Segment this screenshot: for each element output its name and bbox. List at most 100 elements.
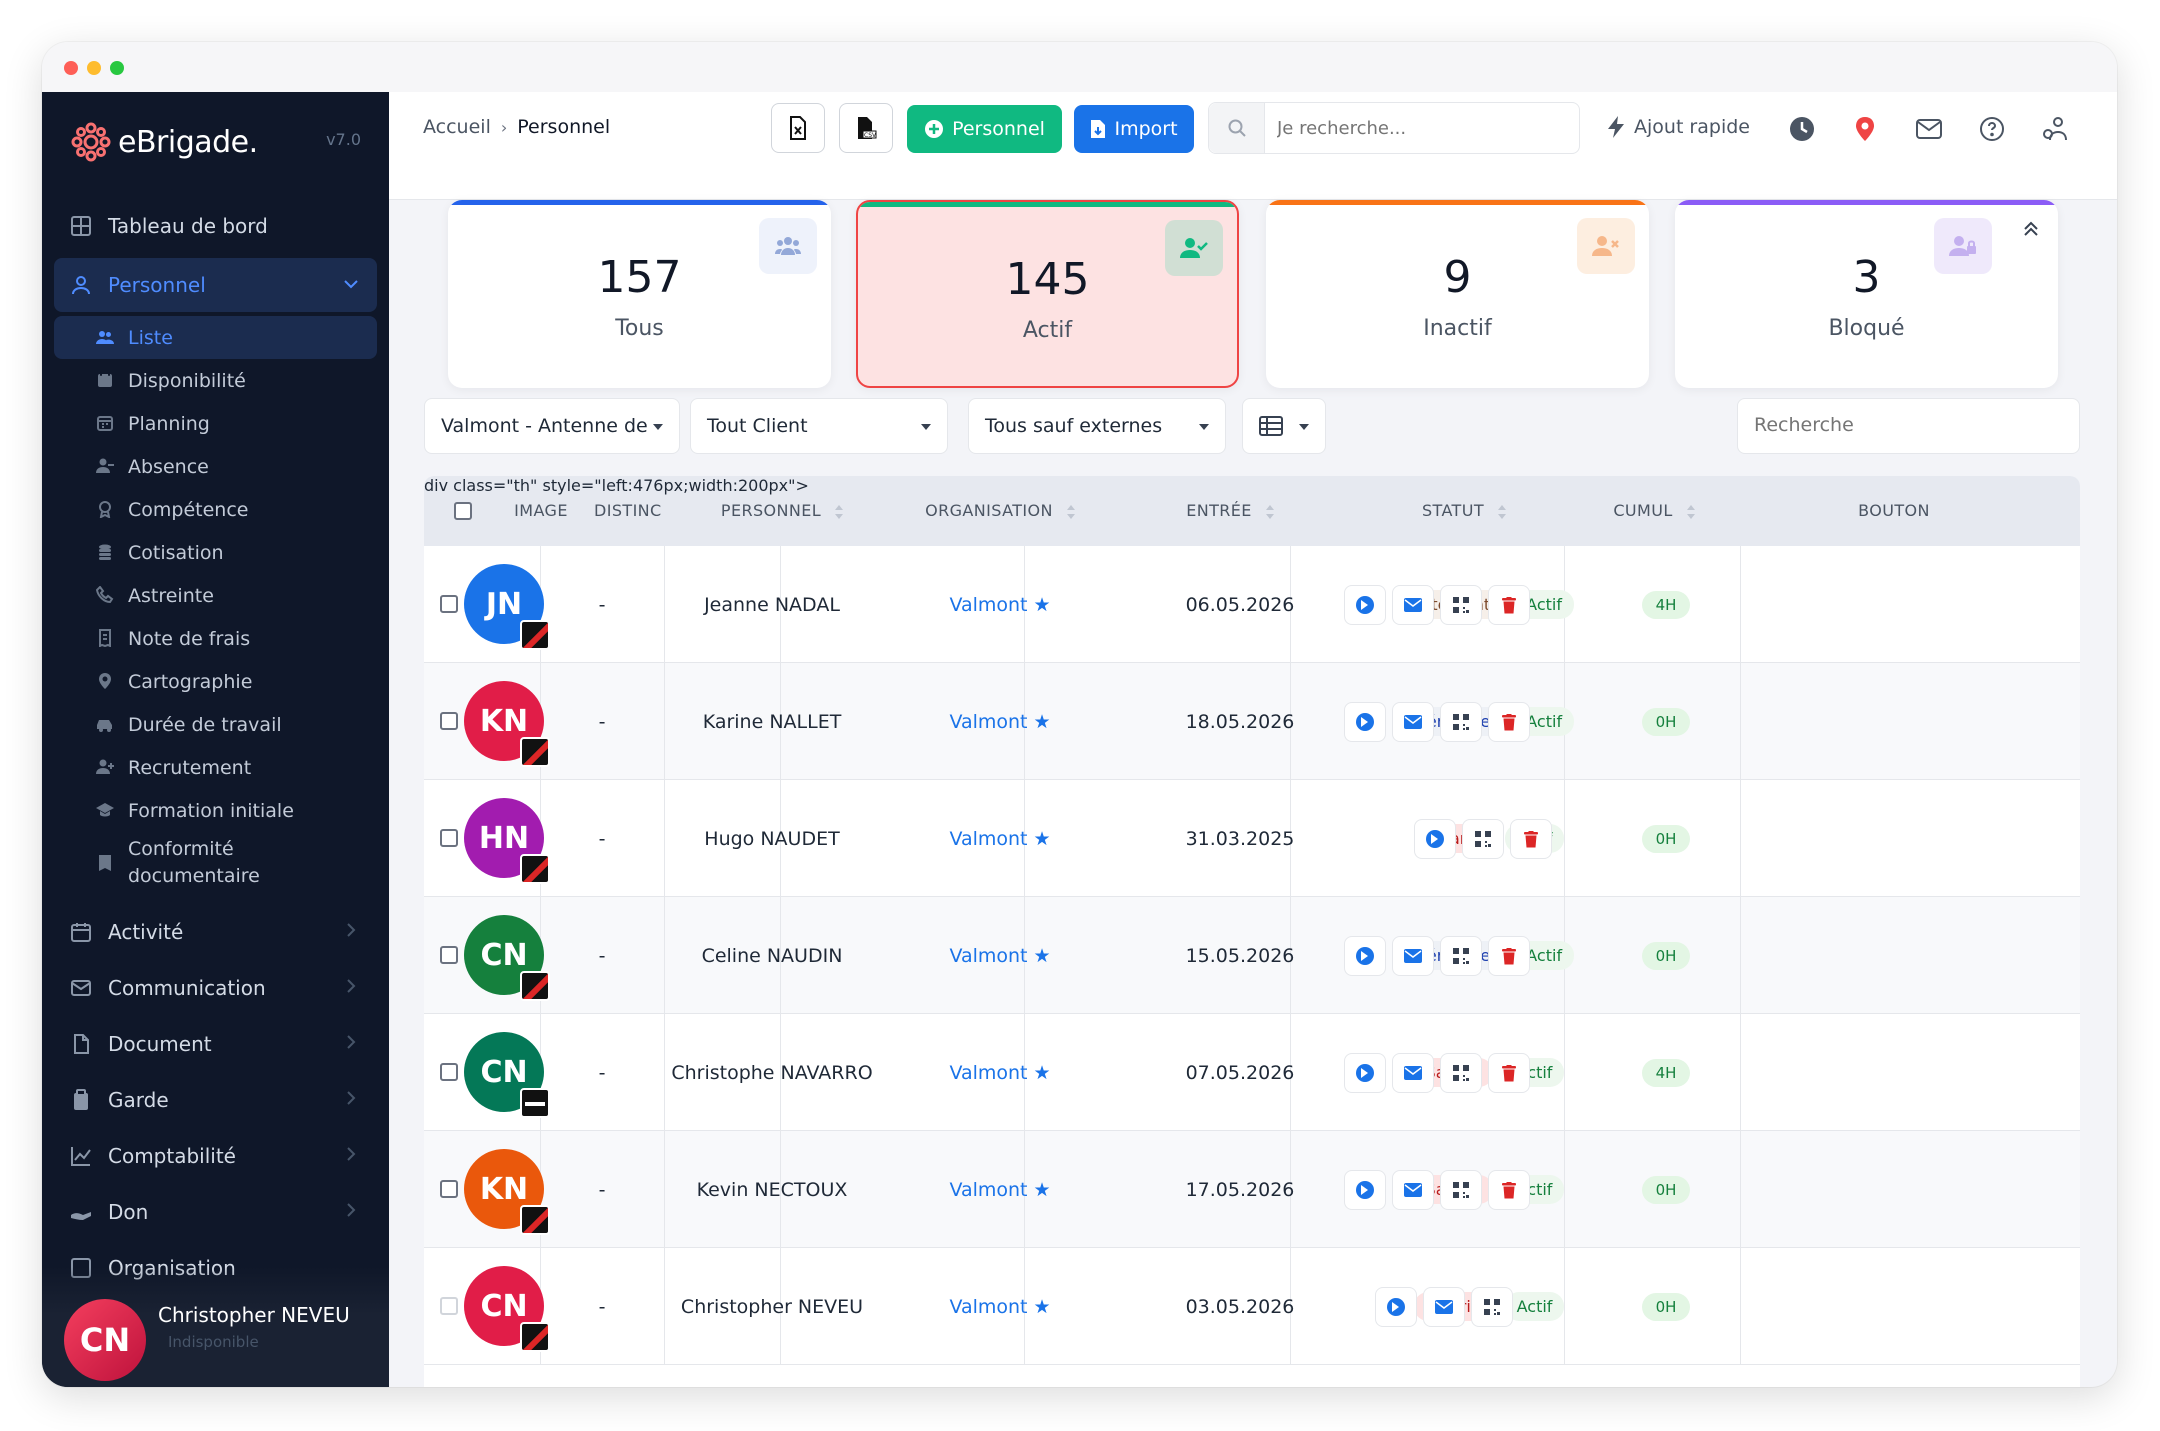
delete-button[interactable] <box>1488 585 1530 625</box>
sidebar-subitem-formation-initiale[interactable]: Formation initiale <box>42 789 389 832</box>
sidebar-item-personnel[interactable]: Personnel <box>54 258 377 312</box>
row-checkbox[interactable] <box>440 712 458 730</box>
sidebar-item-tableau-de-bord[interactable]: Tableau de bord <box>42 198 389 254</box>
organisation-link[interactable]: Valmont ★ <box>880 780 1120 897</box>
qrcode-button[interactable] <box>1440 585 1482 625</box>
sidebar-subitem-duree-de-travail[interactable]: Durée de travail <box>42 703 389 746</box>
client-filter-select[interactable]: Tout Client <box>690 398 948 454</box>
sidebar-item-activite[interactable]: Activité <box>42 904 389 960</box>
sidebar-subitem-planning[interactable]: Planning <box>42 402 389 445</box>
avatar[interactable]: CN <box>464 915 550 1001</box>
sidebar-subitem-recrutement[interactable]: Recrutement <box>42 746 389 789</box>
open-profile-button[interactable] <box>1344 936 1386 976</box>
delete-button[interactable] <box>1488 936 1530 976</box>
organisation-link[interactable]: Valmont ★ <box>880 546 1120 663</box>
sidebar-subitem-astreinte[interactable]: Astreinte <box>42 574 389 617</box>
qrcode-button[interactable] <box>1440 936 1482 976</box>
qrcode-button[interactable] <box>1440 1170 1482 1210</box>
table-row[interactable]: CN-Christopher NEVEUValmont★03.05.2026Sa… <box>424 1248 2080 1365</box>
stat-card-bloque[interactable]: 3 Bloqué <box>1675 200 2058 388</box>
personnel-name[interactable]: Christopher NEVEU <box>664 1248 880 1365</box>
send-mail-button[interactable] <box>1392 936 1434 976</box>
send-mail-button[interactable] <box>1392 1053 1434 1093</box>
personnel-name[interactable]: Christophe NAVARRO <box>664 1014 880 1131</box>
sidebar-subitem-liste[interactable]: Liste <box>54 316 377 359</box>
table-row[interactable]: JN-Jeanne NADALValmont★06.05.2026Alterna… <box>424 546 2080 663</box>
sidebar-subitem-competence[interactable]: Compétence <box>42 488 389 531</box>
current-user[interactable]: CN Christopher NEVEU Indisponible <box>42 1267 389 1387</box>
delete-button[interactable] <box>1488 702 1530 742</box>
sidebar-item-garde[interactable]: Garde <box>42 1072 389 1128</box>
qrcode-button[interactable] <box>1440 1053 1482 1093</box>
organisation-link[interactable]: Valmont ★ <box>880 1248 1120 1365</box>
row-checkbox[interactable] <box>440 1180 458 1198</box>
organisation-link[interactable]: Valmont ★ <box>880 1131 1120 1248</box>
column-header-cumul[interactable]: CUMUL <box>1564 476 1744 546</box>
delete-button[interactable] <box>1488 1053 1530 1093</box>
global-search[interactable] <box>1208 102 1580 154</box>
avatar[interactable]: KN <box>464 1149 550 1235</box>
qrcode-button[interactable] <box>1471 1287 1513 1327</box>
open-profile-button[interactable] <box>1375 1287 1417 1327</box>
personnel-name[interactable]: Karine NALLET <box>664 663 880 780</box>
open-profile-button[interactable] <box>1344 1170 1386 1210</box>
global-search-input[interactable] <box>1277 115 1567 141</box>
table-search-input[interactable] <box>1754 414 2054 436</box>
column-header-statut[interactable]: STATUT <box>1364 476 1564 546</box>
send-mail-button[interactable] <box>1392 702 1434 742</box>
open-profile-button[interactable] <box>1414 819 1456 859</box>
personnel-name[interactable]: Kevin NECTOUX <box>664 1131 880 1248</box>
open-profile-button[interactable] <box>1344 585 1386 625</box>
personnel-name[interactable]: Celine NAUDIN <box>664 897 880 1014</box>
columns-toggle-button[interactable] <box>1242 398 1326 454</box>
column-header-organisation[interactable]: ORGANISATION <box>900 476 1100 546</box>
sidebar-item-don[interactable]: Don <box>42 1184 389 1240</box>
table-row[interactable]: HN-Hugo NAUDETValmont★31.03.2025SalariéA… <box>424 780 2080 897</box>
avatar[interactable]: HN <box>464 798 550 884</box>
send-mail-button[interactable] <box>1423 1287 1465 1327</box>
personnel-name[interactable]: Hugo NAUDET <box>664 780 880 897</box>
sidebar-item-document[interactable]: Document <box>42 1016 389 1072</box>
avatar[interactable]: KN <box>464 681 550 767</box>
column-header-distinction[interactable]: DISTINC <box>594 476 670 546</box>
type-filter-select[interactable]: Tous sauf externes <box>968 398 1226 454</box>
row-checkbox[interactable] <box>440 946 458 964</box>
qrcode-button[interactable] <box>1440 702 1482 742</box>
avatar[interactable]: JN <box>464 564 550 650</box>
sidebar-subitem-conformite-documentaire[interactable]: Conformité documentaire <box>42 832 389 894</box>
column-header-entree[interactable]: ENTRÉE <box>1130 476 1330 546</box>
maximize-window-button[interactable] <box>110 61 124 75</box>
personnel-name[interactable]: Jeanne NADAL <box>664 546 880 663</box>
organisation-link[interactable]: Valmont ★ <box>880 663 1120 780</box>
section-filter-select[interactable]: Valmont - Antenne de <box>424 398 680 454</box>
organisation-link[interactable]: Valmont ★ <box>880 897 1120 1014</box>
row-checkbox[interactable] <box>440 595 458 613</box>
column-header-personnel[interactable]: PERSONNEL <box>682 476 882 546</box>
breadcrumb-home[interactable]: Accueil <box>423 116 491 138</box>
stat-card-actif[interactable]: 145 Actif <box>856 200 1239 388</box>
minimize-window-button[interactable] <box>87 61 101 75</box>
sidebar-subitem-cartographie[interactable]: Cartographie <box>42 660 389 703</box>
stat-card-inactif[interactable]: 9 Inactif <box>1266 200 1649 388</box>
delete-button[interactable] <box>1488 1170 1530 1210</box>
chevron-double-up-icon[interactable] <box>2020 218 2042 240</box>
table-search[interactable] <box>1737 398 2080 454</box>
send-mail-button[interactable] <box>1392 585 1434 625</box>
row-checkbox[interactable] <box>440 829 458 847</box>
select-all-checkbox[interactable] <box>454 502 472 520</box>
avatar[interactable]: CN <box>464 1266 550 1352</box>
row-checkbox[interactable] <box>440 1063 458 1081</box>
stat-card-tous[interactable]: 157 Tous <box>448 200 831 388</box>
open-profile-button[interactable] <box>1344 702 1386 742</box>
sidebar-item-communication[interactable]: Communication <box>42 960 389 1016</box>
close-window-button[interactable] <box>64 61 78 75</box>
qrcode-button[interactable] <box>1462 819 1504 859</box>
sidebar-subitem-note-de-frais[interactable]: Note de frais <box>42 617 389 660</box>
sidebar-subitem-disponibilite[interactable]: Disponibilité <box>42 359 389 402</box>
delete-button[interactable] <box>1510 819 1552 859</box>
row-checkbox[interactable] <box>440 1297 458 1315</box>
table-row[interactable]: KN-Karine NALLETValmont★18.05.2026Bénévo… <box>424 663 2080 780</box>
sidebar-subitem-absence[interactable]: Absence <box>42 445 389 488</box>
avatar[interactable]: CN <box>464 1032 550 1118</box>
sidebar-subitem-cotisation[interactable]: Cotisation <box>42 531 389 574</box>
